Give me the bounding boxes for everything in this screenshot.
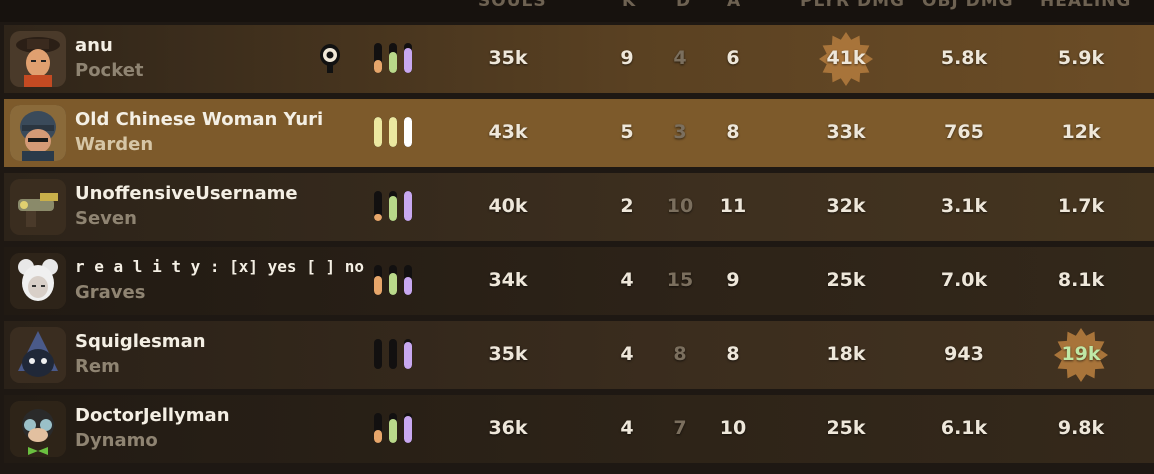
stat-bar (404, 117, 412, 147)
header-healing: HEALING (1040, 0, 1132, 11)
stat-souls: 40k (488, 195, 528, 217)
stat-bars (374, 339, 418, 369)
stat-healing: 8.1k (1057, 269, 1105, 291)
hero-portrait (10, 253, 66, 309)
hero-portrait (10, 327, 66, 383)
hero-portrait (10, 105, 66, 161)
stat-player-dmg: 25k (826, 269, 866, 291)
player-name: DoctorJellyman (75, 405, 230, 426)
stat-healing: 12k (1061, 121, 1101, 143)
header-assists: A (727, 0, 742, 11)
stat-obj-dmg: 6.1k (940, 417, 988, 439)
stat-healing: 1.7k (1057, 195, 1105, 217)
scoreboard-header: SOULS K D A PLYR DMG OBJ DMG HEALING (0, 0, 1154, 22)
spectator-eye-icon (318, 43, 342, 75)
player-name: Squiglesman (75, 331, 206, 352)
header-kills: K (622, 0, 637, 11)
player-row[interactable]: UnoffensiveUsername Seven 40k 2 10 11 32k 3.1k 1… (4, 173, 1154, 241)
stat-player-dmg: 18k (826, 343, 866, 365)
stat-bar (374, 117, 382, 147)
stat-player-dmg: 41k (826, 47, 866, 69)
stat-a: 6 (726, 47, 740, 69)
hero-name: Warden (75, 134, 154, 155)
header-objective-damage: OBJ DMG (922, 0, 1014, 11)
stat-obj-dmg: 7.0k (940, 269, 988, 291)
player-name: anu (75, 35, 113, 56)
stat-obj-dmg: 5.8k (940, 47, 988, 69)
hero-name: Seven (75, 208, 137, 229)
player-name: Old Chinese Woman Yuri (75, 109, 324, 130)
player-row[interactable]: Squiglesman Rem 35k 4 8 8 18k 943 19k (4, 321, 1154, 389)
header-player-damage: PLYR DMG (800, 0, 905, 11)
stat-bar (389, 339, 397, 369)
stat-souls: 34k (488, 269, 528, 291)
stat-bars (374, 117, 418, 147)
stat-souls: 36k (488, 417, 528, 439)
stat-souls: 35k (488, 343, 528, 365)
stat-a: 11 (719, 195, 747, 217)
stat-bar (374, 413, 382, 443)
stat-player-dmg: 33k (826, 121, 866, 143)
stat-a: 9 (726, 269, 740, 291)
stat-souls: 35k (488, 47, 528, 69)
stat-bar (374, 191, 382, 221)
stat-healing: 5.9k (1057, 47, 1105, 69)
stat-bars (374, 265, 418, 295)
stat-bar (404, 43, 412, 73)
stat-obj-dmg: 3.1k (940, 195, 988, 217)
hero-name: Pocket (75, 60, 144, 81)
stat-bar (389, 117, 397, 147)
stat-obj-dmg: 765 (944, 121, 984, 143)
hero-portrait (10, 31, 66, 87)
stat-player-dmg: 32k (826, 195, 866, 217)
hero-name: Rem (75, 356, 120, 377)
player-row[interactable]: r e a l i t y : [x] yes [ ] no Graves 34k 4… (4, 247, 1154, 315)
stat-bar (404, 339, 412, 369)
header-deaths: D (676, 0, 692, 11)
hero-name: Graves (75, 282, 146, 303)
hero-portrait (10, 401, 66, 457)
stat-bar (404, 413, 412, 443)
header-souls: SOULS (478, 0, 547, 11)
hero-name: Dynamo (75, 430, 158, 451)
stat-bar (389, 191, 397, 221)
hero-portrait (10, 179, 66, 235)
stat-a: 10 (719, 417, 747, 439)
stat-healing: 19k (1061, 343, 1101, 365)
stat-bar (374, 265, 382, 295)
stat-a: 8 (726, 343, 740, 365)
stat-bar (374, 43, 382, 73)
stat-souls: 43k (488, 121, 528, 143)
stat-bar (374, 339, 382, 369)
player-name: r e a l i t y : [x] yes [ ] no (75, 257, 364, 276)
stat-healing: 9.8k (1057, 417, 1105, 439)
stat-bar (404, 191, 412, 221)
stat-obj-dmg: 943 (944, 343, 984, 365)
stat-a: 8 (726, 121, 740, 143)
player-row[interactable]: DoctorJellyman Dynamo 36k 4 7 10 25k 6.1k 9.8k (4, 395, 1154, 463)
stat-bar (389, 413, 397, 443)
player-row[interactable]: anu Pocket 35k 9 4 6 41k 5.8k 5.9k (4, 25, 1154, 93)
stat-bar (404, 265, 412, 295)
stat-bar (389, 265, 397, 295)
player-name: UnoffensiveUsername (75, 183, 298, 204)
stat-bars (374, 191, 418, 221)
stat-bars (374, 413, 418, 443)
player-row[interactable]: Old Chinese Woman Yuri Warden 43k 5 3 8 33k 765… (4, 99, 1154, 167)
stat-bars (374, 43, 418, 73)
stat-bar (389, 43, 397, 73)
stat-player-dmg: 25k (826, 417, 866, 439)
